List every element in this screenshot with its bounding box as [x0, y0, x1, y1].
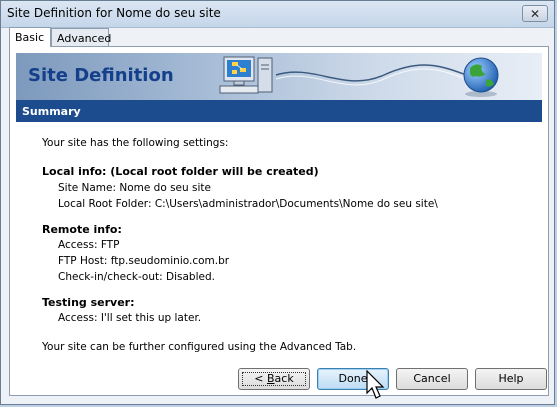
- tab-advanced[interactable]: Advanced: [51, 28, 111, 47]
- site-name-value: Site Name: Nome do seu site: [58, 182, 211, 194]
- summary-header: Summary: [16, 100, 542, 122]
- banner-title: Site Definition: [28, 65, 174, 86]
- tab-panel: Site Definition Summary Your site has th…: [9, 46, 549, 396]
- close-icon: ✕: [529, 7, 541, 21]
- testing-server-heading: Testing server:: [42, 296, 135, 309]
- network-cable: [275, 64, 473, 86]
- local-root-folder-value: Local Root Folder: C:\Users\administrado…: [58, 198, 438, 210]
- focus-ring: [242, 372, 306, 386]
- site-definition-dialog: Site Definition for Nome do seu site ✕ B…: [0, 0, 555, 405]
- computer-icon: [219, 56, 273, 94]
- ftp-host-value: FTP Host: ftp.seudominio.com.br: [58, 255, 230, 267]
- summary-footer: Your site can be further configured usin…: [42, 341, 357, 353]
- banner: Site Definition: [16, 53, 542, 100]
- close-button[interactable]: ✕: [522, 5, 548, 22]
- checkin-checkout-value: Check-in/check-out: Disabled.: [58, 271, 215, 283]
- remote-info-heading: Remote info:: [42, 223, 122, 236]
- summary-intro: Your site has the following settings:: [42, 137, 229, 149]
- testing-access-value: Access: I'll set this up later.: [58, 312, 202, 324]
- cancel-button[interactable]: Cancel: [396, 368, 468, 390]
- local-info-heading: Local info: (Local root folder will be c…: [42, 165, 319, 178]
- window-title: Site Definition for Nome do seu site: [7, 6, 221, 20]
- help-button[interactable]: Help: [475, 368, 547, 390]
- mouse-pointer-icon: [366, 370, 385, 399]
- globe-icon: [463, 57, 499, 97]
- remote-access-value: Access: FTP: [58, 239, 120, 251]
- back-button[interactable]: < Back: [238, 368, 310, 390]
- tab-basic[interactable]: Basic: [9, 27, 51, 47]
- title-bar[interactable]: Site Definition for Nome do seu site ✕: [1, 1, 554, 28]
